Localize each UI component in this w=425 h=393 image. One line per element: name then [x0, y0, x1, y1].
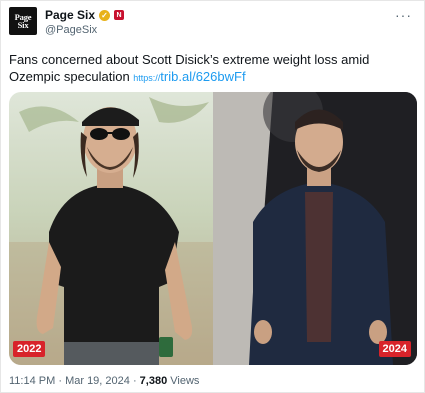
- tweet-footer: 11:14 PM · Mar 19, 2024 · 7,380 Views: [9, 375, 199, 387]
- footer-separator-2: ·: [129, 375, 140, 387]
- footer-separator: ·: [55, 375, 66, 387]
- tweet-header: Page Six Page Six ✓ N @PageSix: [9, 7, 125, 36]
- name-block: Page Six ✓ N @PageSix: [45, 8, 125, 36]
- post-date[interactable]: Mar 19, 2024: [65, 375, 130, 387]
- year-tag-2024: 2024: [378, 341, 411, 357]
- man-in-black-tshirt-illustration: [9, 97, 213, 365]
- tweet-card: Page Six Page Six ✓ N @PageSix ··· Fans …: [0, 0, 425, 393]
- post-time[interactable]: 11:14 PM: [9, 375, 55, 387]
- avatar[interactable]: Page Six: [9, 7, 37, 35]
- affiliate-badge-icon[interactable]: N: [114, 10, 125, 20]
- tweet-text: Fans concerned about Scott Disick’s extr…: [9, 51, 409, 87]
- views-label: Views: [167, 375, 200, 387]
- tweet-link[interactable]: https://trib.al/626bwFf: [133, 69, 245, 84]
- link-text: trib.al/626bwFf: [160, 69, 246, 84]
- views-count[interactable]: 7,380: [140, 375, 168, 387]
- name-row: Page Six ✓ N: [45, 8, 125, 22]
- photo-2022[interactable]: 2022: [9, 92, 213, 365]
- display-name[interactable]: Page Six: [45, 8, 95, 22]
- link-prefix: https://: [133, 73, 161, 83]
- avatar-text-line2: Six: [17, 20, 29, 30]
- verified-badge-icon: ✓: [99, 9, 111, 21]
- photo-2024[interactable]: 2024: [213, 92, 417, 365]
- account-handle[interactable]: @PageSix: [45, 24, 124, 36]
- more-options-icon[interactable]: ···: [395, 7, 412, 23]
- tweet-media[interactable]: 2022 2024: [9, 92, 417, 365]
- year-tag-2022: 2022: [13, 341, 46, 357]
- man-in-navy-jacket-illustration: [213, 92, 417, 365]
